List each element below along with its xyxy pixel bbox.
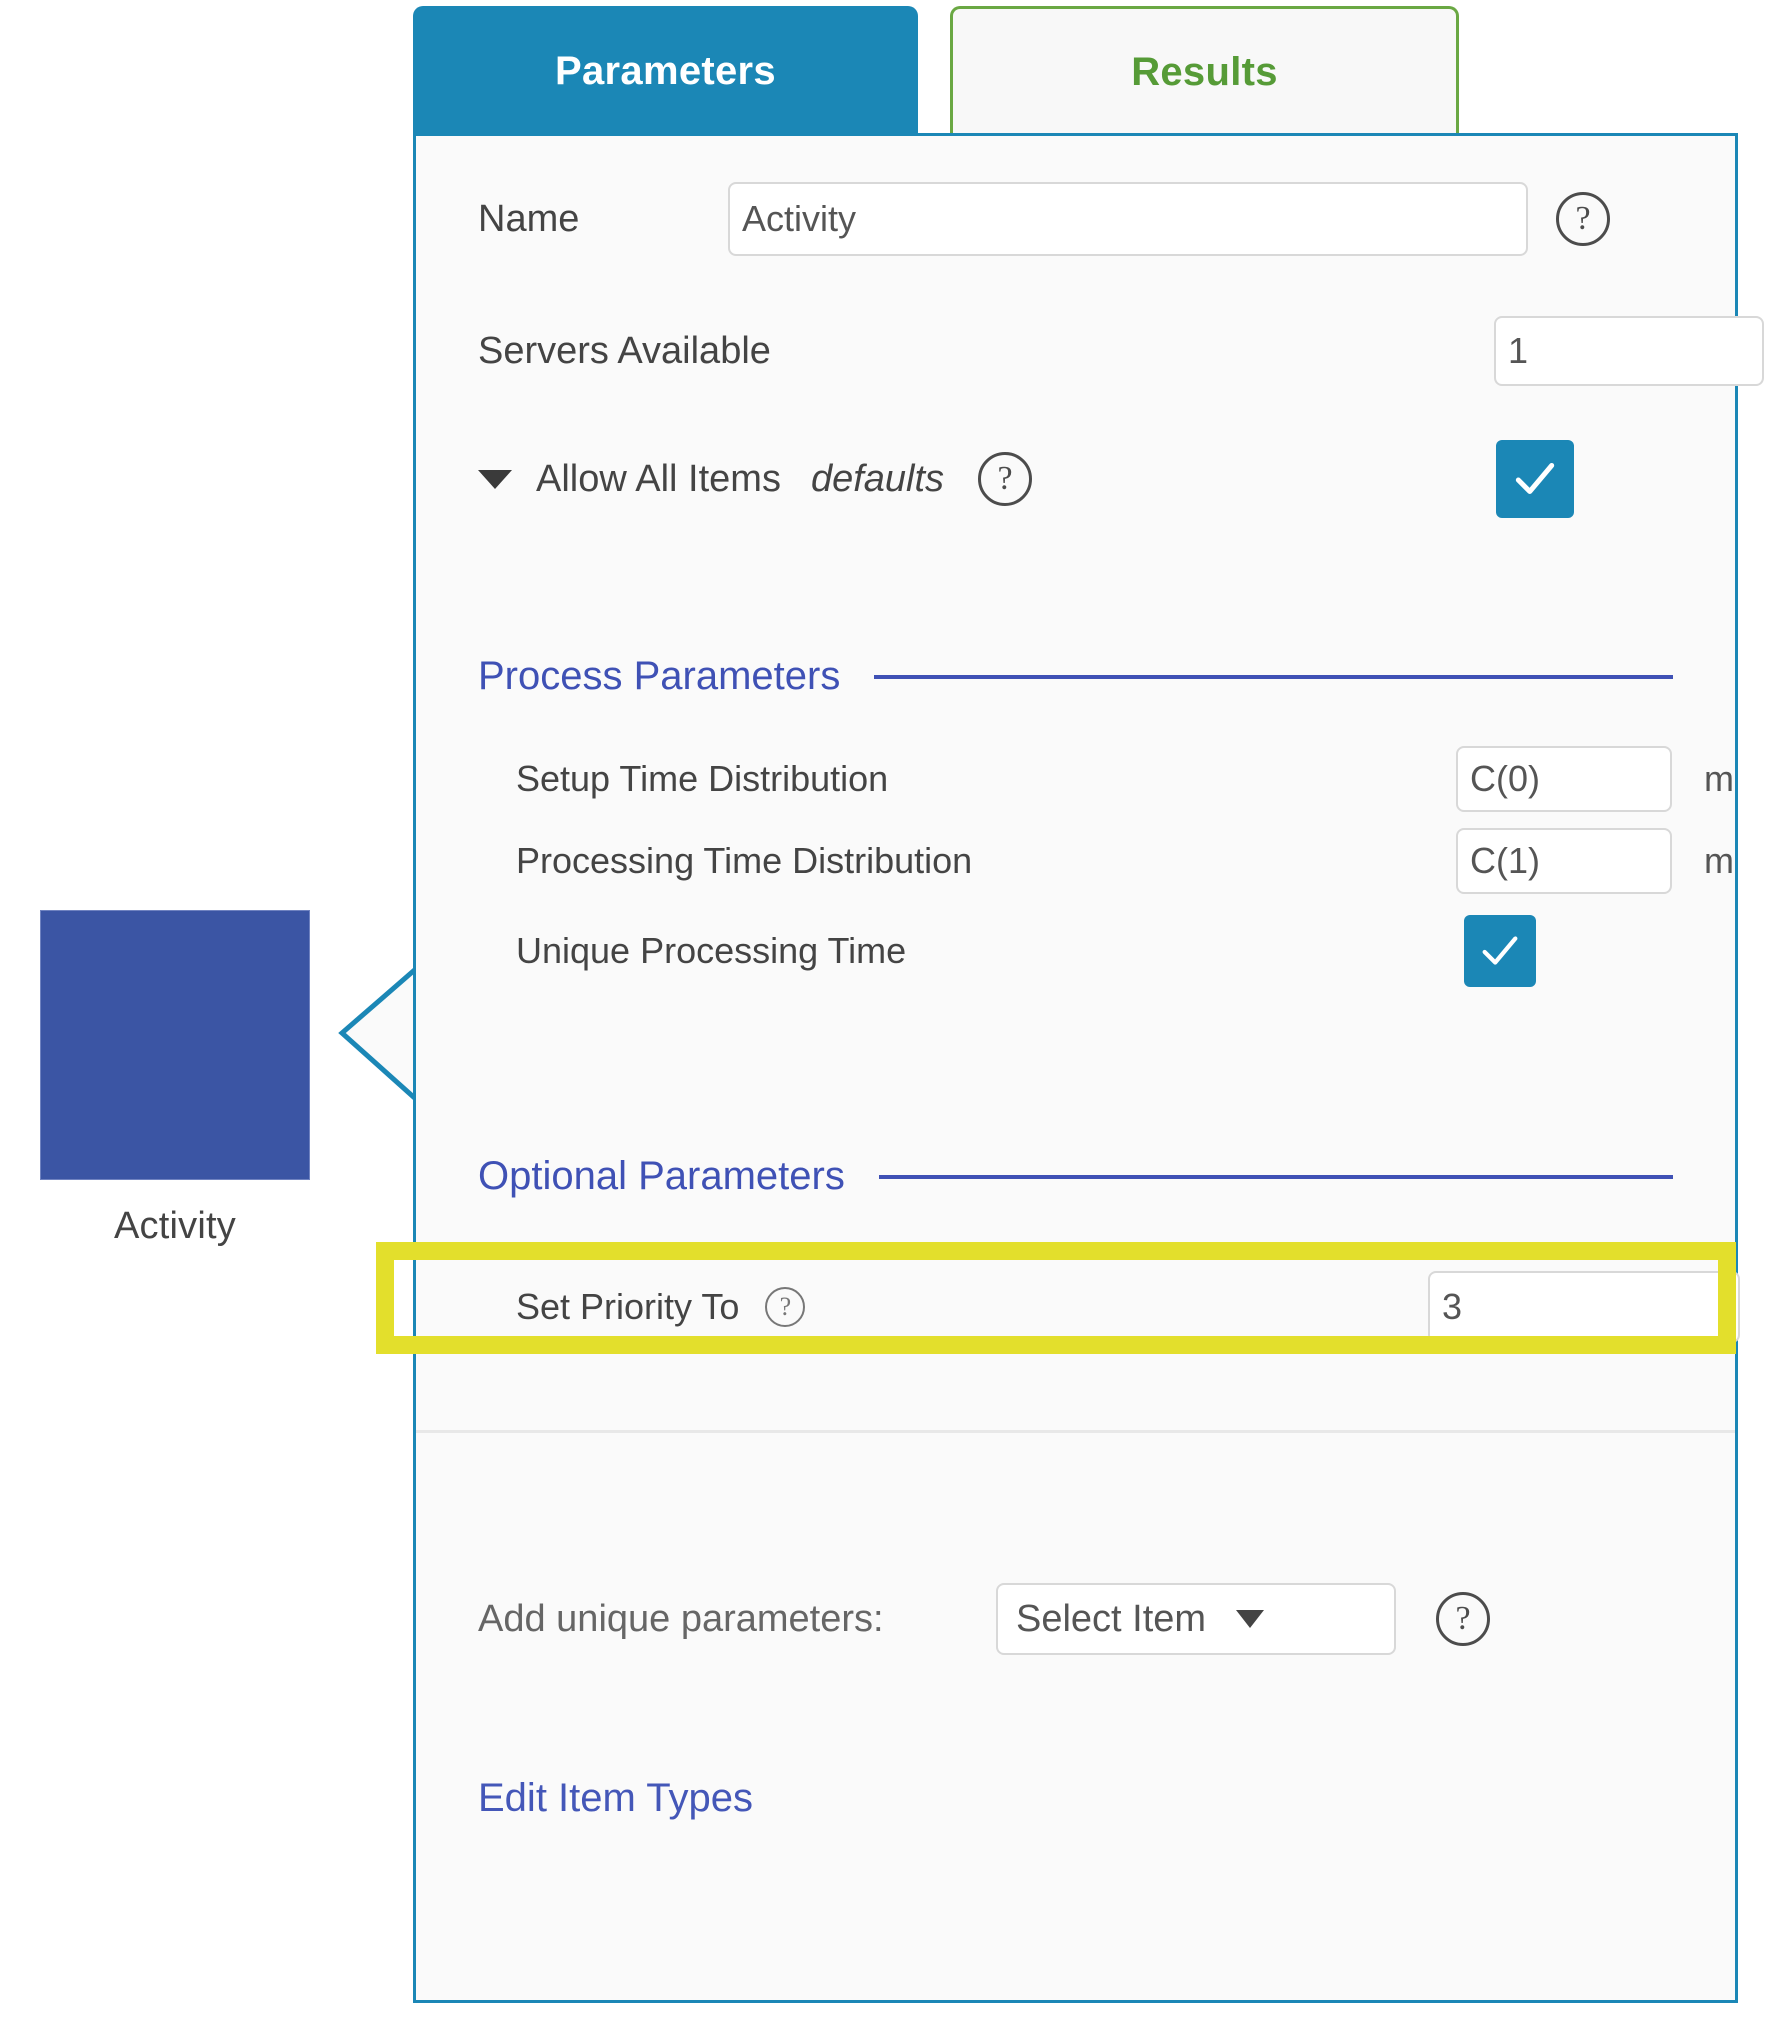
setup-time-input[interactable] xyxy=(1456,746,1672,812)
name-help-icon[interactable]: ? xyxy=(1556,192,1610,246)
edit-item-types-link[interactable]: Edit Item Types xyxy=(478,1776,753,1821)
add-unique-parameters-help-icon[interactable]: ? xyxy=(1436,1592,1490,1646)
callout-pointer-icon xyxy=(338,965,420,1103)
process-parameters-rule xyxy=(874,674,1673,679)
unique-processing-time-checkbox[interactable] xyxy=(1464,915,1536,987)
activity-node-block[interactable] xyxy=(40,910,310,1180)
process-parameters-title: Process Parameters xyxy=(478,654,841,698)
unique-processing-time-label: Unique Processing Time xyxy=(516,930,907,971)
set-priority-to-label: Set Priority To xyxy=(516,1286,740,1327)
optional-parameters-section-header: Optional Parameters xyxy=(416,1154,1735,1199)
name-row: Name ? xyxy=(416,176,1735,262)
footer-divider xyxy=(416,1430,1735,1433)
allow-all-items-help-icon[interactable]: ? xyxy=(978,452,1033,506)
tab-bar: Parameters Results xyxy=(413,0,1738,136)
servers-available-label: Servers Available xyxy=(478,329,771,372)
servers-available-row: Servers Available xyxy=(416,308,1764,394)
servers-available-input[interactable] xyxy=(1494,316,1764,386)
processing-time-row: Processing Time Distribution m xyxy=(416,818,1735,904)
select-item-value: Select Item xyxy=(1016,1597,1207,1640)
allow-all-items-defaults-label: defaults xyxy=(810,457,945,500)
tab-parameters[interactable]: Parameters xyxy=(413,6,918,136)
optional-parameters-title: Optional Parameters xyxy=(478,1154,845,1198)
select-item-dropdown[interactable]: Select Item xyxy=(996,1583,1396,1655)
processing-time-unit: m xyxy=(1704,840,1734,881)
add-unique-parameters-row: Add unique parameters: Select Item ? xyxy=(416,1576,1735,1662)
activity-node-label: Activity xyxy=(114,1205,236,1247)
unique-processing-time-row: Unique Processing Time xyxy=(416,908,1735,994)
allow-all-items-checkbox[interactable] xyxy=(1496,440,1574,518)
add-unique-parameters-label: Add unique parameters: xyxy=(478,1597,884,1640)
setup-time-label: Setup Time Distribution xyxy=(516,758,889,799)
set-priority-to-input[interactable] xyxy=(1428,1271,1740,1343)
setup-time-unit: m xyxy=(1704,758,1734,799)
name-input[interactable] xyxy=(728,182,1528,256)
processing-time-label: Processing Time Distribution xyxy=(516,840,973,881)
tab-results-label: Results xyxy=(1131,50,1278,94)
chevron-down-icon xyxy=(1236,1610,1265,1628)
processing-time-input[interactable] xyxy=(1456,828,1672,894)
tab-parameters-label: Parameters xyxy=(555,48,776,93)
optional-parameters-rule xyxy=(878,1174,1673,1179)
set-priority-to-help-icon[interactable]: ? xyxy=(765,1287,806,1327)
process-parameters-section-header: Process Parameters xyxy=(416,654,1735,699)
parameters-panel: Name ? Servers Available Allow All Items… xyxy=(413,133,1764,2003)
allow-all-items-row: Allow All Items defaults ? xyxy=(416,436,1735,522)
name-label: Name xyxy=(478,197,580,240)
chevron-down-icon[interactable] xyxy=(478,469,512,489)
set-priority-to-row: Set Priority To ? xyxy=(416,1264,1740,1350)
setup-time-row: Setup Time Distribution m xyxy=(416,736,1735,822)
allow-all-items-label: Allow All Items xyxy=(536,457,781,500)
tab-results[interactable]: Results xyxy=(950,6,1459,136)
